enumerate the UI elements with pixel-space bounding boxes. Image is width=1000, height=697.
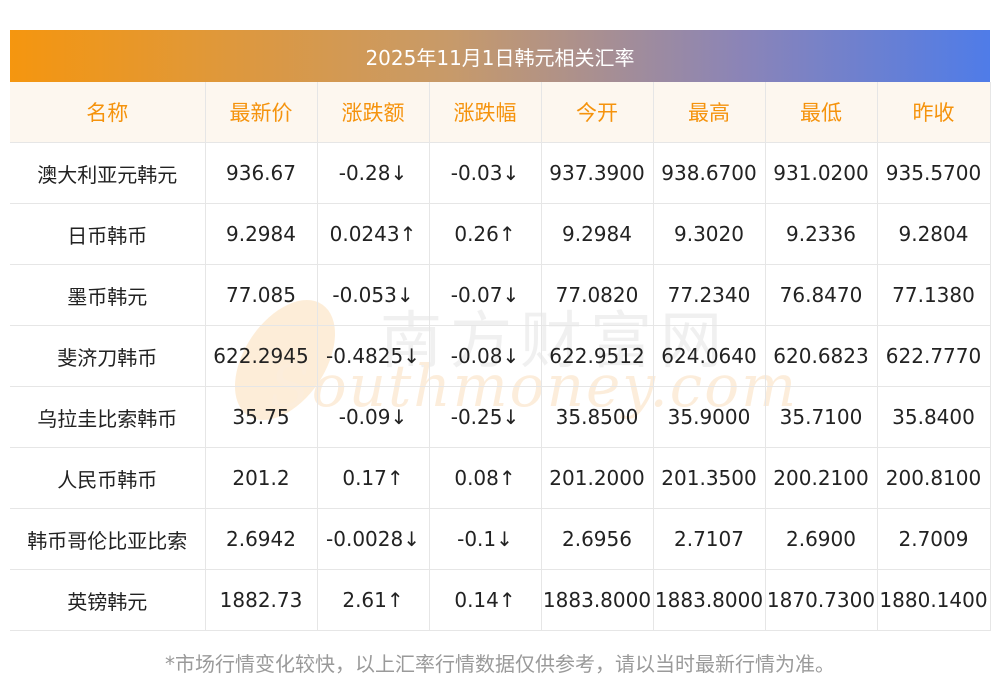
column-header-last: 最新价	[205, 82, 318, 143]
low-price: 35.7100	[765, 386, 878, 448]
currency-pair-name: 韩币哥伦比亚比索	[10, 508, 206, 570]
table-header-row: 名称 最新价 涨跌额 涨跌幅 今开 最高 最低 昨收	[10, 82, 991, 143]
change-percent: -0.07↓	[429, 264, 542, 326]
change-amount: -0.4825↓	[317, 325, 430, 387]
column-header-name: 名称	[10, 82, 206, 143]
column-header-low: 最低	[765, 82, 878, 143]
low-price: 620.6823	[765, 325, 878, 387]
table-row: 日币韩币 9.2984 0.0243↑ 0.26↑ 9.2984 9.3020 9.2336…	[10, 203, 991, 265]
change-amount: 0.17↑	[317, 447, 430, 509]
high-price: 201.3500	[653, 447, 766, 509]
low-price: 1870.7300	[765, 569, 878, 631]
change-percent: -0.1↓	[429, 508, 542, 570]
open-price: 201.2000	[541, 447, 654, 509]
low-price: 76.8470	[765, 264, 878, 326]
column-header-prev: 昨收	[877, 82, 991, 143]
latest-price: 35.75	[205, 386, 318, 448]
column-header-high: 最高	[653, 82, 766, 143]
change-percent: 0.26↑	[429, 203, 542, 265]
column-header-pct: 涨跌幅	[429, 82, 542, 143]
latest-price: 1882.73	[205, 569, 318, 631]
table-row: 斐济刀韩币 622.2945 -0.4825↓ -0.08↓ 622.9512 624.0…	[10, 325, 991, 387]
previous-close: 9.2804	[877, 203, 991, 265]
change-percent: 0.08↑	[429, 447, 542, 509]
currency-pair-name: 澳大利亚元韩元	[10, 142, 206, 204]
high-price: 35.9000	[653, 386, 766, 448]
table-title: 2025年11月1日韩元相关汇率	[10, 30, 990, 82]
change-percent: -0.03↓	[429, 142, 542, 204]
currency-pair-name: 斐济刀韩币	[10, 325, 206, 387]
currency-pair-name: 英镑韩元	[10, 569, 206, 631]
latest-price: 936.67	[205, 142, 318, 204]
previous-close: 1880.1400	[877, 569, 991, 631]
low-price: 9.2336	[765, 203, 878, 265]
low-price: 200.2100	[765, 447, 878, 509]
high-price: 1883.8000	[653, 569, 766, 631]
table-row: 澳大利亚元韩元 936.67 -0.28↓ -0.03↓ 937.3900 938.670…	[10, 142, 991, 204]
open-price: 35.8500	[541, 386, 654, 448]
table-row: 韩币哥伦比亚比索 2.6942 -0.0028↓ -0.1↓ 2.6956 2.7107 2…	[10, 508, 991, 570]
change-amount: -0.053↓	[317, 264, 430, 326]
open-price: 1883.8000	[541, 569, 654, 631]
previous-close: 35.8400	[877, 386, 991, 448]
high-price: 77.2340	[653, 264, 766, 326]
table-row: 乌拉圭比索韩币 35.75 -0.09↓ -0.25↓ 35.8500 35.9000 35…	[10, 386, 991, 448]
change-percent: 0.14↑	[429, 569, 542, 631]
open-price: 937.3900	[541, 142, 654, 204]
open-price: 77.0820	[541, 264, 654, 326]
currency-pair-name: 日币韩币	[10, 203, 206, 265]
change-amount: 0.0243↑	[317, 203, 430, 265]
high-price: 9.3020	[653, 203, 766, 265]
previous-close: 200.8100	[877, 447, 991, 509]
change-percent: -0.25↓	[429, 386, 542, 448]
exchange-rate-table: 名称 最新价 涨跌额 涨跌幅 今开 最高 最低 昨收 澳大利亚元韩元 936.67…	[10, 82, 991, 631]
change-amount: -0.09↓	[317, 386, 430, 448]
currency-pair-name: 人民币韩币	[10, 447, 206, 509]
change-percent: -0.08↓	[429, 325, 542, 387]
previous-close: 622.7770	[877, 325, 991, 387]
currency-pair-name: 乌拉圭比索韩币	[10, 386, 206, 448]
change-amount: 2.61↑	[317, 569, 430, 631]
low-price: 2.6900	[765, 508, 878, 570]
table-row: 人民币韩币 201.2 0.17↑ 0.08↑ 201.2000 201.3500 200.…	[10, 447, 991, 509]
high-price: 624.0640	[653, 325, 766, 387]
column-header-change: 涨跌额	[317, 82, 430, 143]
change-amount: -0.0028↓	[317, 508, 430, 570]
column-header-open: 今开	[541, 82, 654, 143]
latest-price: 77.085	[205, 264, 318, 326]
latest-price: 201.2	[205, 447, 318, 509]
open-price: 622.9512	[541, 325, 654, 387]
previous-close: 77.1380	[877, 264, 991, 326]
disclaimer-footnote: *市场行情变化较快，以上汇率行情数据仅供参考，请以当时最新行情为准。	[165, 652, 835, 676]
table-row: 墨币韩元 77.085 -0.053↓ -0.07↓ 77.0820 77.2340 76.…	[10, 264, 991, 326]
table-row: 英镑韩元 1882.73 2.61↑ 0.14↑ 1883.8000 1883.8000 1…	[10, 569, 991, 631]
previous-close: 2.7009	[877, 508, 991, 570]
open-price: 2.6956	[541, 508, 654, 570]
change-amount: -0.28↓	[317, 142, 430, 204]
open-price: 9.2984	[541, 203, 654, 265]
high-price: 938.6700	[653, 142, 766, 204]
currency-pair-name: 墨币韩元	[10, 264, 206, 326]
latest-price: 9.2984	[205, 203, 318, 265]
latest-price: 2.6942	[205, 508, 318, 570]
latest-price: 622.2945	[205, 325, 318, 387]
high-price: 2.7107	[653, 508, 766, 570]
low-price: 931.0200	[765, 142, 878, 204]
previous-close: 935.5700	[877, 142, 991, 204]
